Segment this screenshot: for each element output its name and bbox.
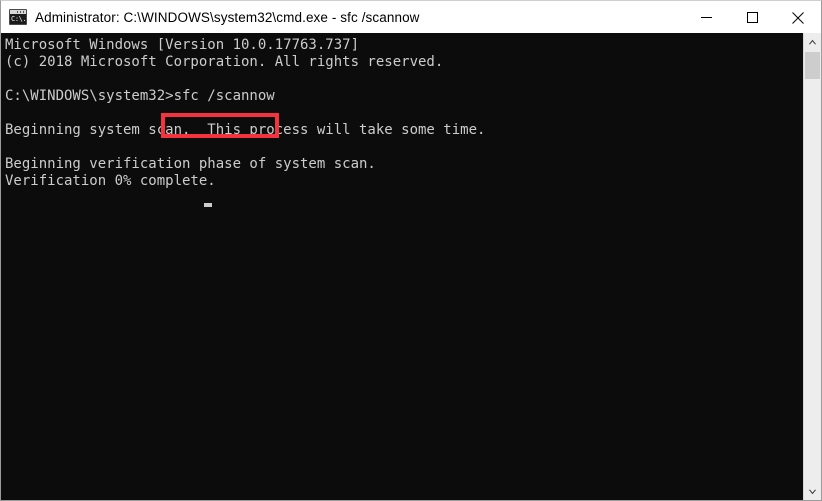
scroll-down-icon: [808, 489, 817, 494]
close-button[interactable]: [775, 1, 821, 34]
command-prompt-window: C:\. Administrator: C:\WINDOWS\system32\…: [0, 0, 822, 501]
scroll-up-icon: [808, 39, 817, 44]
scroll-down-button[interactable]: [804, 483, 821, 500]
console-cursor: [204, 203, 212, 207]
window-controls: [683, 1, 821, 34]
title-bar[interactable]: C:\. Administrator: C:\WINDOWS\system32\…: [0, 0, 822, 33]
scroll-up-button[interactable]: [804, 33, 821, 50]
close-icon: [792, 11, 804, 24]
console-output-area[interactable]: Microsoft Windows [Version 10.0.17763.73…: [1, 33, 821, 500]
scrollbar-thumb[interactable]: [805, 52, 820, 79]
vertical-scrollbar[interactable]: [803, 33, 821, 500]
console-text: Microsoft Windows [Version 10.0.17763.73…: [5, 37, 486, 189]
console-icon-prompt-text: C:\.: [11, 15, 25, 23]
maximize-button[interactable]: [729, 1, 775, 34]
minimize-button[interactable]: [683, 1, 729, 34]
minimize-icon: [700, 17, 712, 18]
console-icon: C:\.: [9, 9, 27, 25]
window-title: Administrator: C:\WINDOWS\system32\cmd.e…: [35, 9, 420, 25]
maximize-icon: [746, 12, 758, 23]
